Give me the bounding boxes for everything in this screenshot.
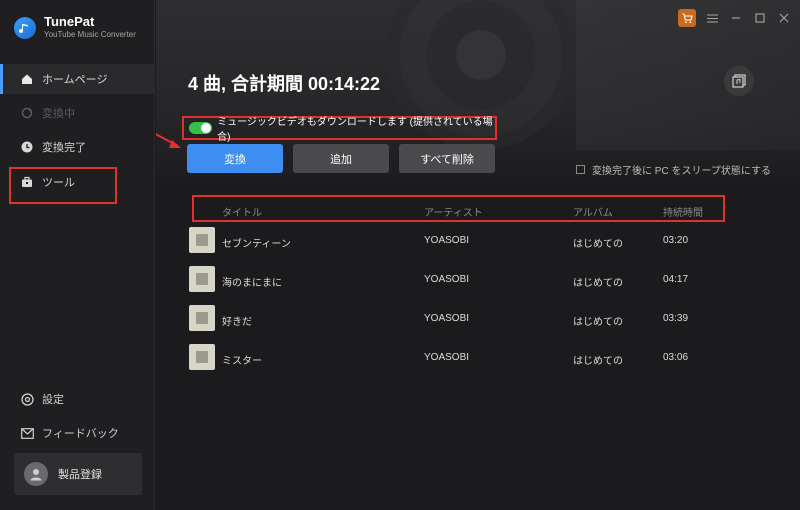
track-artist: YOASOBI	[424, 274, 470, 285]
sleep-checkbox[interactable]	[576, 165, 585, 174]
sidebar-item-home[interactable]: ホームページ	[0, 64, 155, 94]
column-header-artist[interactable]: アーティスト	[424, 204, 483, 219]
sidebar: TunePat YouTube Music Converter ホームページ 変…	[0, 0, 155, 510]
home-icon	[20, 72, 34, 86]
app-name: TunePat	[44, 14, 95, 29]
delete-all-button[interactable]: すべて削除	[399, 144, 495, 173]
app-subtitle: YouTube Music Converter	[44, 30, 136, 39]
column-header-album[interactable]: アルバム	[573, 204, 613, 219]
column-header-duration[interactable]: 持続時間	[663, 204, 703, 219]
feedback-button[interactable]: フィードバック	[0, 420, 155, 446]
settings-label: 設定	[42, 394, 64, 406]
sidebar-item-converted[interactable]: 変換完了	[0, 132, 155, 162]
pointer-arrow-icon	[156, 133, 181, 148]
minimize-icon[interactable]	[728, 10, 744, 26]
album-art	[189, 227, 215, 253]
track-album: はじめての	[573, 317, 623, 328]
track-duration: 03:39	[663, 313, 689, 324]
app-logo: TunePat YouTube Music Converter	[14, 15, 136, 40]
register-label: 製品登録	[58, 469, 102, 481]
add-button[interactable]: 追加	[293, 144, 389, 173]
track-title: セブンティーン	[222, 239, 291, 250]
cart-icon[interactable]	[678, 9, 696, 27]
table-row[interactable]: 好きだ YOASOBI はじめての 03:39	[156, 299, 800, 338]
sleep-option[interactable]: 変換完了後に PC をスリープ状態にする	[576, 162, 771, 177]
register-button[interactable]: 製品登録	[14, 453, 142, 495]
sidebar-item-converting[interactable]: 変換中	[0, 98, 155, 128]
track-title: 海のまにまに	[222, 278, 282, 289]
tunepat-logo-icon	[14, 16, 36, 39]
music-video-option-box: ミュージックビデオもダウンロードします (提供されている場合)	[182, 116, 497, 143]
track-summary: 4 曲, 合計期間 00:14:22	[188, 74, 381, 94]
convert-button[interactable]: 変換	[187, 144, 283, 173]
music-video-toggle[interactable]	[189, 122, 213, 134]
menu-icon[interactable]	[704, 10, 720, 26]
track-artist: YOASOBI	[424, 313, 470, 324]
track-album: はじめての	[573, 239, 623, 250]
track-title: 好きだ	[222, 317, 252, 328]
album-art	[189, 344, 215, 370]
album-art	[189, 305, 215, 331]
track-title: ミスター	[222, 356, 262, 367]
window-controls	[678, 9, 792, 27]
clock-icon	[20, 140, 34, 154]
avatar	[24, 462, 48, 486]
track-artist: YOASOBI	[424, 235, 470, 246]
track-album: はじめての	[573, 278, 623, 289]
maximize-icon[interactable]	[752, 10, 768, 26]
settings-button[interactable]: 設定	[0, 386, 155, 412]
sleep-label: 変換完了後に PC をスリープ状態にする	[592, 166, 771, 177]
album-art	[189, 266, 215, 292]
sidebar-item-label: ホームページ	[42, 74, 108, 86]
tools-highlight-box	[9, 167, 117, 204]
mail-icon	[20, 426, 34, 440]
table-row[interactable]: 海のまにまに YOASOBI はじめての 04:17	[156, 260, 800, 299]
close-icon[interactable]	[776, 10, 792, 26]
gear-icon	[20, 392, 34, 406]
track-duration: 03:20	[663, 235, 689, 246]
sync-icon	[20, 106, 34, 120]
track-artist: YOASOBI	[424, 352, 470, 363]
track-duration: 04:17	[663, 274, 689, 285]
table-row[interactable]: セブンティーン YOASOBI はじめての 03:20	[156, 221, 800, 260]
track-album: はじめての	[573, 356, 623, 367]
feedback-label: フィードバック	[42, 428, 119, 440]
music-video-label: ミュージックビデオもダウンロードします (提供されている場合)	[217, 117, 493, 143]
main-panel: 4 曲, 合計期間 00:14:22 ミュージックビデオもダウンロードします (…	[156, 0, 800, 510]
sidebar-item-label: 変換完了	[42, 142, 86, 154]
column-header-title[interactable]: タイトル	[222, 204, 262, 219]
add-music-icon[interactable]	[724, 66, 754, 96]
track-duration: 03:06	[663, 352, 689, 363]
sidebar-item-label: 変換中	[42, 108, 75, 120]
table-row[interactable]: ミスター YOASOBI はじめての 03:06	[156, 338, 800, 377]
